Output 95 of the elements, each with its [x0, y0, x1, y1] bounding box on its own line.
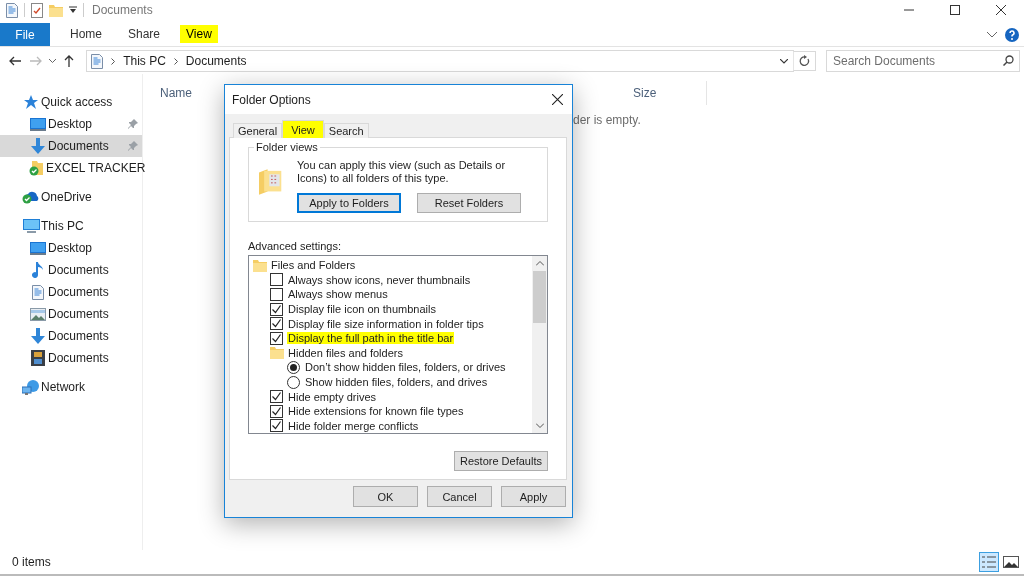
location-icon — [91, 53, 104, 69]
document-icon — [32, 284, 44, 300]
ribbon-tab[interactable]: View — [180, 25, 218, 43]
setting-label: Don’t show hidden files, folders, or drives — [304, 361, 507, 374]
file-tab[interactable]: File — [0, 23, 50, 46]
nav-item[interactable]: Desktop — [0, 237, 142, 259]
breadcrumb[interactable]: This PC — [123, 54, 166, 68]
empty-folder-message: der is empty. — [573, 113, 641, 127]
nav-item[interactable]: Documents — [0, 303, 142, 325]
apply-button[interactable]: Apply — [501, 486, 566, 507]
chevron-icon[interactable] — [111, 57, 116, 65]
item-count: 0 items — [12, 555, 51, 569]
nav-item[interactable]: Quick access — [0, 91, 142, 113]
folder-icon — [270, 346, 284, 360]
restore-defaults-button[interactable]: Restore Defaults — [454, 451, 548, 471]
new-folder-icon — [49, 3, 63, 17]
nav-item[interactable]: Documents — [0, 135, 142, 157]
nav-item[interactable]: Documents — [0, 281, 142, 303]
search-icon — [1003, 55, 1014, 66]
setting-label: Hide folder merge conflicts — [287, 419, 420, 432]
nav-item[interactable]: Documents — [0, 259, 142, 281]
dialog-title: Folder Options — [232, 92, 311, 107]
close-icon — [996, 5, 1006, 15]
setting-label: Hide extensions for known file types — [287, 405, 465, 418]
download-arrow-icon — [31, 328, 45, 344]
reset-folders-button[interactable]: Reset Folders — [417, 193, 521, 213]
setting-label: Always show menus — [287, 288, 389, 301]
checkbox[interactable] — [270, 317, 283, 331]
ribbon-tab[interactable]: Home — [64, 25, 108, 43]
nav-item[interactable]: OneDrive — [0, 186, 142, 208]
checkbox[interactable] — [270, 273, 283, 287]
checkbox[interactable] — [270, 390, 283, 404]
music-note-icon — [32, 262, 44, 278]
column-header[interactable]: Name — [160, 86, 192, 100]
desktop-icon — [30, 241, 46, 255]
refresh-icon — [798, 55, 810, 67]
setting-label: Hidden files and folders — [287, 346, 404, 359]
pin-icon[interactable] — [128, 119, 138, 129]
column-header[interactable]: Size — [633, 81, 708, 105]
nav-item[interactable]: Network — [0, 376, 142, 398]
computer-icon — [22, 218, 40, 234]
refresh-button[interactable] — [792, 51, 816, 71]
ribbon-tab[interactable]: Share — [122, 25, 167, 43]
checkbox[interactable] — [270, 419, 283, 433]
desktop-icon — [30, 117, 46, 131]
folder-views-text: You can apply this view (such as Details or Icons) to all folders of this type. — [297, 159, 507, 185]
advanced-settings-label: Advanced settings: — [248, 240, 342, 252]
window-title: Documents — [92, 3, 153, 17]
dialog-tab[interactable]: View — [282, 120, 324, 138]
setting-label: Files and Folders — [270, 259, 357, 272]
apply-to-folders-button[interactable]: Apply to Folders — [297, 193, 401, 213]
star-icon — [24, 95, 38, 109]
setting-label: Always show icons, never thumbnails — [287, 273, 472, 286]
setting-label: Show hidden files, folders, and drives — [304, 376, 489, 389]
picture-icon — [30, 307, 46, 321]
folder-view-icon — [259, 167, 283, 197]
setting-label: Hide empty drives — [287, 390, 378, 403]
checkbox[interactable] — [270, 288, 283, 301]
recent-dropdown-icon[interactable] — [49, 59, 57, 63]
network-icon — [22, 379, 40, 395]
checkbox[interactable] — [270, 331, 283, 345]
synced-folder-icon — [29, 160, 45, 176]
up-arrow-icon[interactable] — [64, 55, 75, 67]
group-heading: Folder views — [254, 141, 320, 153]
setting-label: Display file size information in folder tips — [287, 317, 485, 330]
setting-label: Display the full path in the title bar — [287, 332, 455, 345]
checklist-icon[interactable] — [31, 2, 43, 18]
dialog-tab[interactable]: General — [233, 123, 283, 138]
breadcrumb[interactable]: Documents — [185, 54, 247, 68]
folder-icon — [253, 258, 267, 272]
properties-icon — [6, 2, 18, 18]
close-icon — [551, 94, 563, 105]
help-icon[interactable] — [1005, 28, 1019, 42]
search-field[interactable]: Search Documents — [826, 50, 1020, 72]
setting-label: Display file icon on thumbnails — [287, 303, 437, 316]
cloud-icon — [22, 190, 40, 204]
nav-item[interactable]: Documents — [0, 347, 142, 369]
nav-item[interactable]: Desktop — [0, 113, 142, 135]
film-icon — [31, 350, 45, 366]
checkbox[interactable] — [270, 404, 283, 418]
radio-button[interactable] — [287, 360, 300, 374]
nav-item[interactable]: This PC — [0, 215, 142, 237]
chevron-icon[interactable] — [173, 57, 178, 65]
back-arrow-icon[interactable] — [8, 56, 21, 66]
dialog-tab[interactable]: Search — [323, 123, 369, 138]
dropdown-icon[interactable] — [69, 6, 77, 14]
expand-ribbon-icon[interactable] — [987, 32, 997, 38]
ok-button[interactable]: OK — [353, 486, 418, 507]
cancel-button[interactable]: Cancel — [427, 486, 492, 507]
address-dropdown-icon[interactable] — [779, 58, 788, 64]
checkbox[interactable] — [270, 302, 283, 316]
maximize-icon — [950, 5, 960, 15]
nav-item[interactable]: Documents — [0, 325, 142, 347]
radio-button[interactable] — [287, 375, 300, 389]
download-arrow-icon — [31, 138, 45, 154]
